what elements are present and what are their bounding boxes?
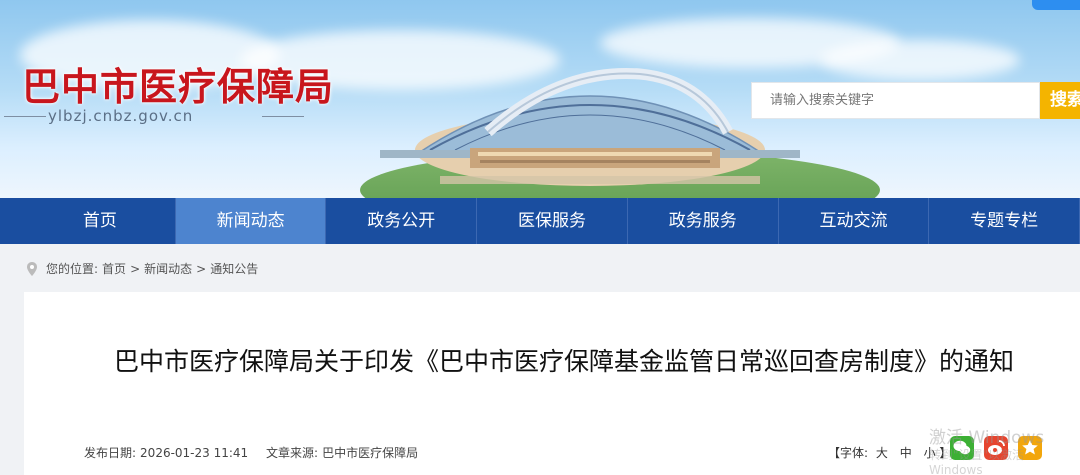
publish-date-label: 发布日期: — [84, 446, 137, 460]
domain-divider-right — [262, 116, 304, 117]
breadcrumb-separator: > — [130, 262, 141, 276]
breadcrumb-prefix: 您的位置: — [46, 262, 99, 276]
search-button[interactable]: 搜索 — [1040, 82, 1080, 119]
font-size-medium[interactable]: 中 — [900, 446, 912, 460]
breadcrumb: 您的位置: 首页 > 新闻动态 > 通知公告 — [24, 258, 258, 280]
nav-item-special[interactable]: 专题专栏 — [929, 198, 1080, 244]
breadcrumb-home[interactable]: 首页 — [102, 258, 126, 280]
site-domain: ylbzj.cnbz.gov.cn — [48, 107, 194, 125]
article-meta: 发布日期: 2026-01-23 11:41 文章来源: 巴中市医疗保障局 — [84, 444, 418, 461]
site-title[interactable]: 巴中市医疗保障局 — [22, 56, 334, 111]
font-size-large[interactable]: 大 — [876, 446, 888, 460]
nav-item-interaction[interactable]: 互动交流 — [779, 198, 930, 244]
nav-item-gov-open[interactable]: 政务公开 — [326, 198, 478, 244]
font-size-open: 【字体: — [828, 446, 869, 460]
windows-activation-watermark: 激活 Windows — [929, 428, 1045, 448]
location-pin-icon — [27, 262, 37, 276]
breadcrumb-news[interactable]: 新闻动态 — [144, 258, 192, 280]
nav-item-home[interactable]: 首页 — [0, 198, 176, 244]
nav-item-medical-service[interactable]: 医保服务 — [477, 198, 628, 244]
search-input[interactable]: 请输入搜索关键字 — [751, 82, 1040, 119]
breadcrumb-separator: > — [196, 262, 207, 276]
header-banner: 巴中市医疗保障局 ylbzj.cnbz.gov.cn 请输入搜索关键字 搜索 — [0, 0, 1080, 198]
nav-item-news[interactable]: 新闻动态 — [175, 198, 327, 244]
main-nav: 首页 新闻动态 政务公开 医保服务 政务服务 互动交流 专题专栏 — [0, 198, 1080, 244]
article-title: 巴中市医疗保障局关于印发《巴中市医疗保障基金监管日常巡回查房制度》的通知 — [113, 347, 1014, 376]
nav-item-gov-service[interactable]: 政务服务 — [628, 198, 779, 244]
publish-date: 2026-01-23 11:41 — [140, 446, 249, 460]
source-value: 巴中市医疗保障局 — [322, 446, 419, 460]
breadcrumb-notice[interactable]: 通知公告 — [210, 258, 258, 280]
source-label: 文章来源: — [266, 446, 319, 460]
article-card: 巴中市医疗保障局关于印发《巴中市医疗保障基金监管日常巡回查房制度》的通知 发布日… — [24, 292, 1080, 475]
windows-activation-hint: 转到"设置"以激活 Windows — [929, 448, 1025, 475]
domain-divider-left — [4, 116, 46, 117]
